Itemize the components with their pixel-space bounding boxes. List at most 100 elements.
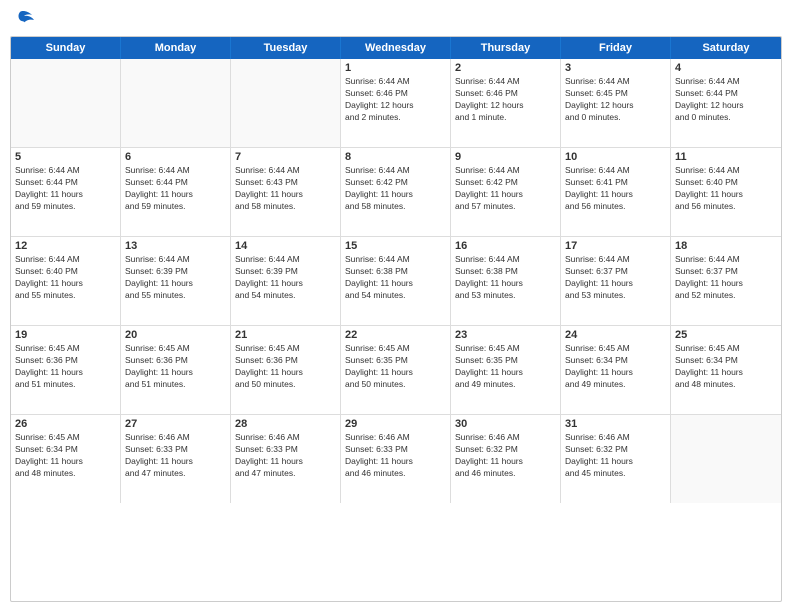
calendar-cell-r4-c4: 30 Sunrise: 6:46 AMSunset: 6:32 PMDayligh… [451, 415, 561, 503]
calendar-row-0: 1 Sunrise: 6:44 AMSunset: 6:46 PMDaylight… [11, 59, 781, 148]
cell-info: Sunrise: 6:44 AMSunset: 6:44 PMDaylight:… [15, 165, 116, 213]
calendar-cell-r1-c5: 10 Sunrise: 6:44 AMSunset: 6:41 PMDayligh… [561, 148, 671, 236]
calendar-cell-r4-c1: 27 Sunrise: 6:46 AMSunset: 6:33 PMDayligh… [121, 415, 231, 503]
calendar-cell-r3-c0: 19 Sunrise: 6:45 AMSunset: 6:36 PMDayligh… [11, 326, 121, 414]
calendar-cell-r1-c3: 8Sunrise: 6:44 AMSunset: 6:42 PMDaylight… [341, 148, 451, 236]
day-number: 15 [345, 240, 446, 252]
calendar-cell-r4-c3: 29 Sunrise: 6:46 AMSunset: 6:33 PMDayligh… [341, 415, 451, 503]
day-number: 20 [125, 329, 226, 341]
cell-info: Sunrise: 6:46 AMSunset: 6:32 PMDaylight:… [455, 432, 556, 480]
calendar-cell-r1-c1: 6Sunrise: 6:44 AMSunset: 6:44 PMDaylight… [121, 148, 231, 236]
day-number: 10 [565, 151, 666, 163]
day-number: 5 [15, 151, 116, 163]
cell-info: Sunrise: 6:46 AMSunset: 6:33 PMDaylight:… [235, 432, 336, 480]
day-number: 28 [235, 418, 336, 430]
day-number: 9 [455, 151, 556, 163]
calendar-cell-r3-c3: 22 Sunrise: 6:45 AMSunset: 6:35 PMDayligh… [341, 326, 451, 414]
day-number: 30 [455, 418, 556, 430]
cell-info: Sunrise: 6:45 AMSunset: 6:36 PMDaylight:… [15, 343, 116, 391]
day-number: 31 [565, 418, 666, 430]
cell-info: Sunrise: 6:44 AMSunset: 6:41 PMDaylight:… [565, 165, 666, 213]
day-number: 1 [345, 62, 446, 74]
header-day-wednesday: Wednesday [341, 37, 451, 59]
calendar-row-1: 5 Sunrise: 6:44 AMSunset: 6:44 PMDaylight… [11, 148, 781, 237]
day-number: 26 [15, 418, 116, 430]
page: SundayMondayTuesdayWednesdayThursdayFrid… [0, 0, 792, 612]
header [10, 10, 782, 28]
cell-info: Sunrise: 6:44 AMSunset: 6:46 PMDaylight:… [455, 76, 556, 124]
cell-info: Sunrise: 6:44 AMSunset: 6:42 PMDaylight:… [345, 165, 446, 213]
day-number: 24 [565, 329, 666, 341]
logo-bird-icon [12, 10, 34, 28]
day-number: 23 [455, 329, 556, 341]
calendar-cell-r3-c6: 25 Sunrise: 6:45 AMSunset: 6:34 PMDayligh… [671, 326, 781, 414]
cell-info: Sunrise: 6:46 AMSunset: 6:33 PMDaylight:… [125, 432, 226, 480]
cell-info: Sunrise: 6:44 AMSunset: 6:43 PMDaylight:… [235, 165, 336, 213]
cell-info: Sunrise: 6:45 AMSunset: 6:34 PMDaylight:… [565, 343, 666, 391]
calendar-cell-r4-c2: 28 Sunrise: 6:46 AMSunset: 6:33 PMDayligh… [231, 415, 341, 503]
cell-info: Sunrise: 6:46 AMSunset: 6:32 PMDaylight:… [565, 432, 666, 480]
header-day-friday: Friday [561, 37, 671, 59]
cell-info: Sunrise: 6:44 AMSunset: 6:42 PMDaylight:… [455, 165, 556, 213]
calendar-cell-r2-c5: 17Sunrise: 6:44 AMSunset: 6:37 PMDayligh… [561, 237, 671, 325]
day-number: 12 [15, 240, 116, 252]
calendar-cell-r2-c4: 16 Sunrise: 6:44 AMSunset: 6:38 PMDayligh… [451, 237, 561, 325]
day-number: 19 [15, 329, 116, 341]
cell-info: Sunrise: 6:45 AMSunset: 6:34 PMDaylight:… [15, 432, 116, 480]
calendar-row-3: 19 Sunrise: 6:45 AMSunset: 6:36 PMDayligh… [11, 326, 781, 415]
day-number: 7 [235, 151, 336, 163]
day-number: 25 [675, 329, 777, 341]
calendar-body: 1 Sunrise: 6:44 AMSunset: 6:46 PMDaylight… [11, 59, 781, 503]
cell-info: Sunrise: 6:44 AMSunset: 6:37 PMDaylight:… [565, 254, 666, 302]
day-number: 16 [455, 240, 556, 252]
day-number: 18 [675, 240, 777, 252]
calendar-cell-r0-c3: 1 Sunrise: 6:44 AMSunset: 6:46 PMDaylight… [341, 59, 451, 147]
calendar-cell-r0-c4: 2 Sunrise: 6:44 AMSunset: 6:46 PMDaylight… [451, 59, 561, 147]
calendar-cell-r2-c0: 12 Sunrise: 6:44 AMSunset: 6:40 PMDayligh… [11, 237, 121, 325]
calendar-row-2: 12 Sunrise: 6:44 AMSunset: 6:40 PMDayligh… [11, 237, 781, 326]
cell-info: Sunrise: 6:46 AMSunset: 6:33 PMDaylight:… [345, 432, 446, 480]
cell-info: Sunrise: 6:45 AMSunset: 6:36 PMDaylight:… [235, 343, 336, 391]
calendar-cell-r2-c2: 14Sunrise: 6:44 AMSunset: 6:39 PMDayligh… [231, 237, 341, 325]
cell-info: Sunrise: 6:45 AMSunset: 6:35 PMDaylight:… [345, 343, 446, 391]
cell-info: Sunrise: 6:45 AMSunset: 6:35 PMDaylight:… [455, 343, 556, 391]
cell-info: Sunrise: 6:44 AMSunset: 6:38 PMDaylight:… [455, 254, 556, 302]
cell-info: Sunrise: 6:44 AMSunset: 6:44 PMDaylight:… [675, 76, 777, 124]
day-number: 2 [455, 62, 556, 74]
calendar-cell-r4-c0: 26 Sunrise: 6:45 AMSunset: 6:34 PMDayligh… [11, 415, 121, 503]
calendar-cell-r4-c6 [671, 415, 781, 503]
calendar-cell-r3-c4: 23 Sunrise: 6:45 AMSunset: 6:35 PMDayligh… [451, 326, 561, 414]
calendar: SundayMondayTuesdayWednesdayThursdayFrid… [10, 36, 782, 602]
day-number: 11 [675, 151, 777, 163]
calendar-cell-r1-c4: 9 Sunrise: 6:44 AMSunset: 6:42 PMDaylight… [451, 148, 561, 236]
calendar-cell-r1-c2: 7 Sunrise: 6:44 AMSunset: 6:43 PMDaylight… [231, 148, 341, 236]
cell-info: Sunrise: 6:44 AMSunset: 6:40 PMDaylight:… [15, 254, 116, 302]
cell-info: Sunrise: 6:44 AMSunset: 6:46 PMDaylight:… [345, 76, 446, 124]
cell-info: Sunrise: 6:44 AMSunset: 6:40 PMDaylight:… [675, 165, 777, 213]
calendar-cell-r2-c3: 15Sunrise: 6:44 AMSunset: 6:38 PMDayligh… [341, 237, 451, 325]
cell-info: Sunrise: 6:45 AMSunset: 6:34 PMDaylight:… [675, 343, 777, 391]
calendar-cell-r3-c1: 20Sunrise: 6:45 AMSunset: 6:36 PMDayligh… [121, 326, 231, 414]
calendar-cell-r0-c1 [121, 59, 231, 147]
header-day-saturday: Saturday [671, 37, 781, 59]
calendar-cell-r0-c2 [231, 59, 341, 147]
header-day-monday: Monday [121, 37, 231, 59]
header-day-thursday: Thursday [451, 37, 561, 59]
cell-info: Sunrise: 6:44 AMSunset: 6:37 PMDaylight:… [675, 254, 777, 302]
day-number: 22 [345, 329, 446, 341]
day-number: 13 [125, 240, 226, 252]
calendar-cell-r1-c6: 11 Sunrise: 6:44 AMSunset: 6:40 PMDayligh… [671, 148, 781, 236]
cell-info: Sunrise: 6:44 AMSunset: 6:45 PMDaylight:… [565, 76, 666, 124]
cell-info: Sunrise: 6:44 AMSunset: 6:44 PMDaylight:… [125, 165, 226, 213]
calendar-cell-r2-c6: 18 Sunrise: 6:44 AMSunset: 6:37 PMDayligh… [671, 237, 781, 325]
cell-info: Sunrise: 6:44 AMSunset: 6:39 PMDaylight:… [235, 254, 336, 302]
day-number: 3 [565, 62, 666, 74]
day-number: 27 [125, 418, 226, 430]
calendar-row-4: 26 Sunrise: 6:45 AMSunset: 6:34 PMDayligh… [11, 415, 781, 503]
calendar-cell-r0-c5: 3 Sunrise: 6:44 AMSunset: 6:45 PMDaylight… [561, 59, 671, 147]
day-number: 4 [675, 62, 777, 74]
day-number: 21 [235, 329, 336, 341]
calendar-cell-r0-c6: 4 Sunrise: 6:44 AMSunset: 6:44 PMDaylight… [671, 59, 781, 147]
header-day-sunday: Sunday [11, 37, 121, 59]
day-number: 29 [345, 418, 446, 430]
